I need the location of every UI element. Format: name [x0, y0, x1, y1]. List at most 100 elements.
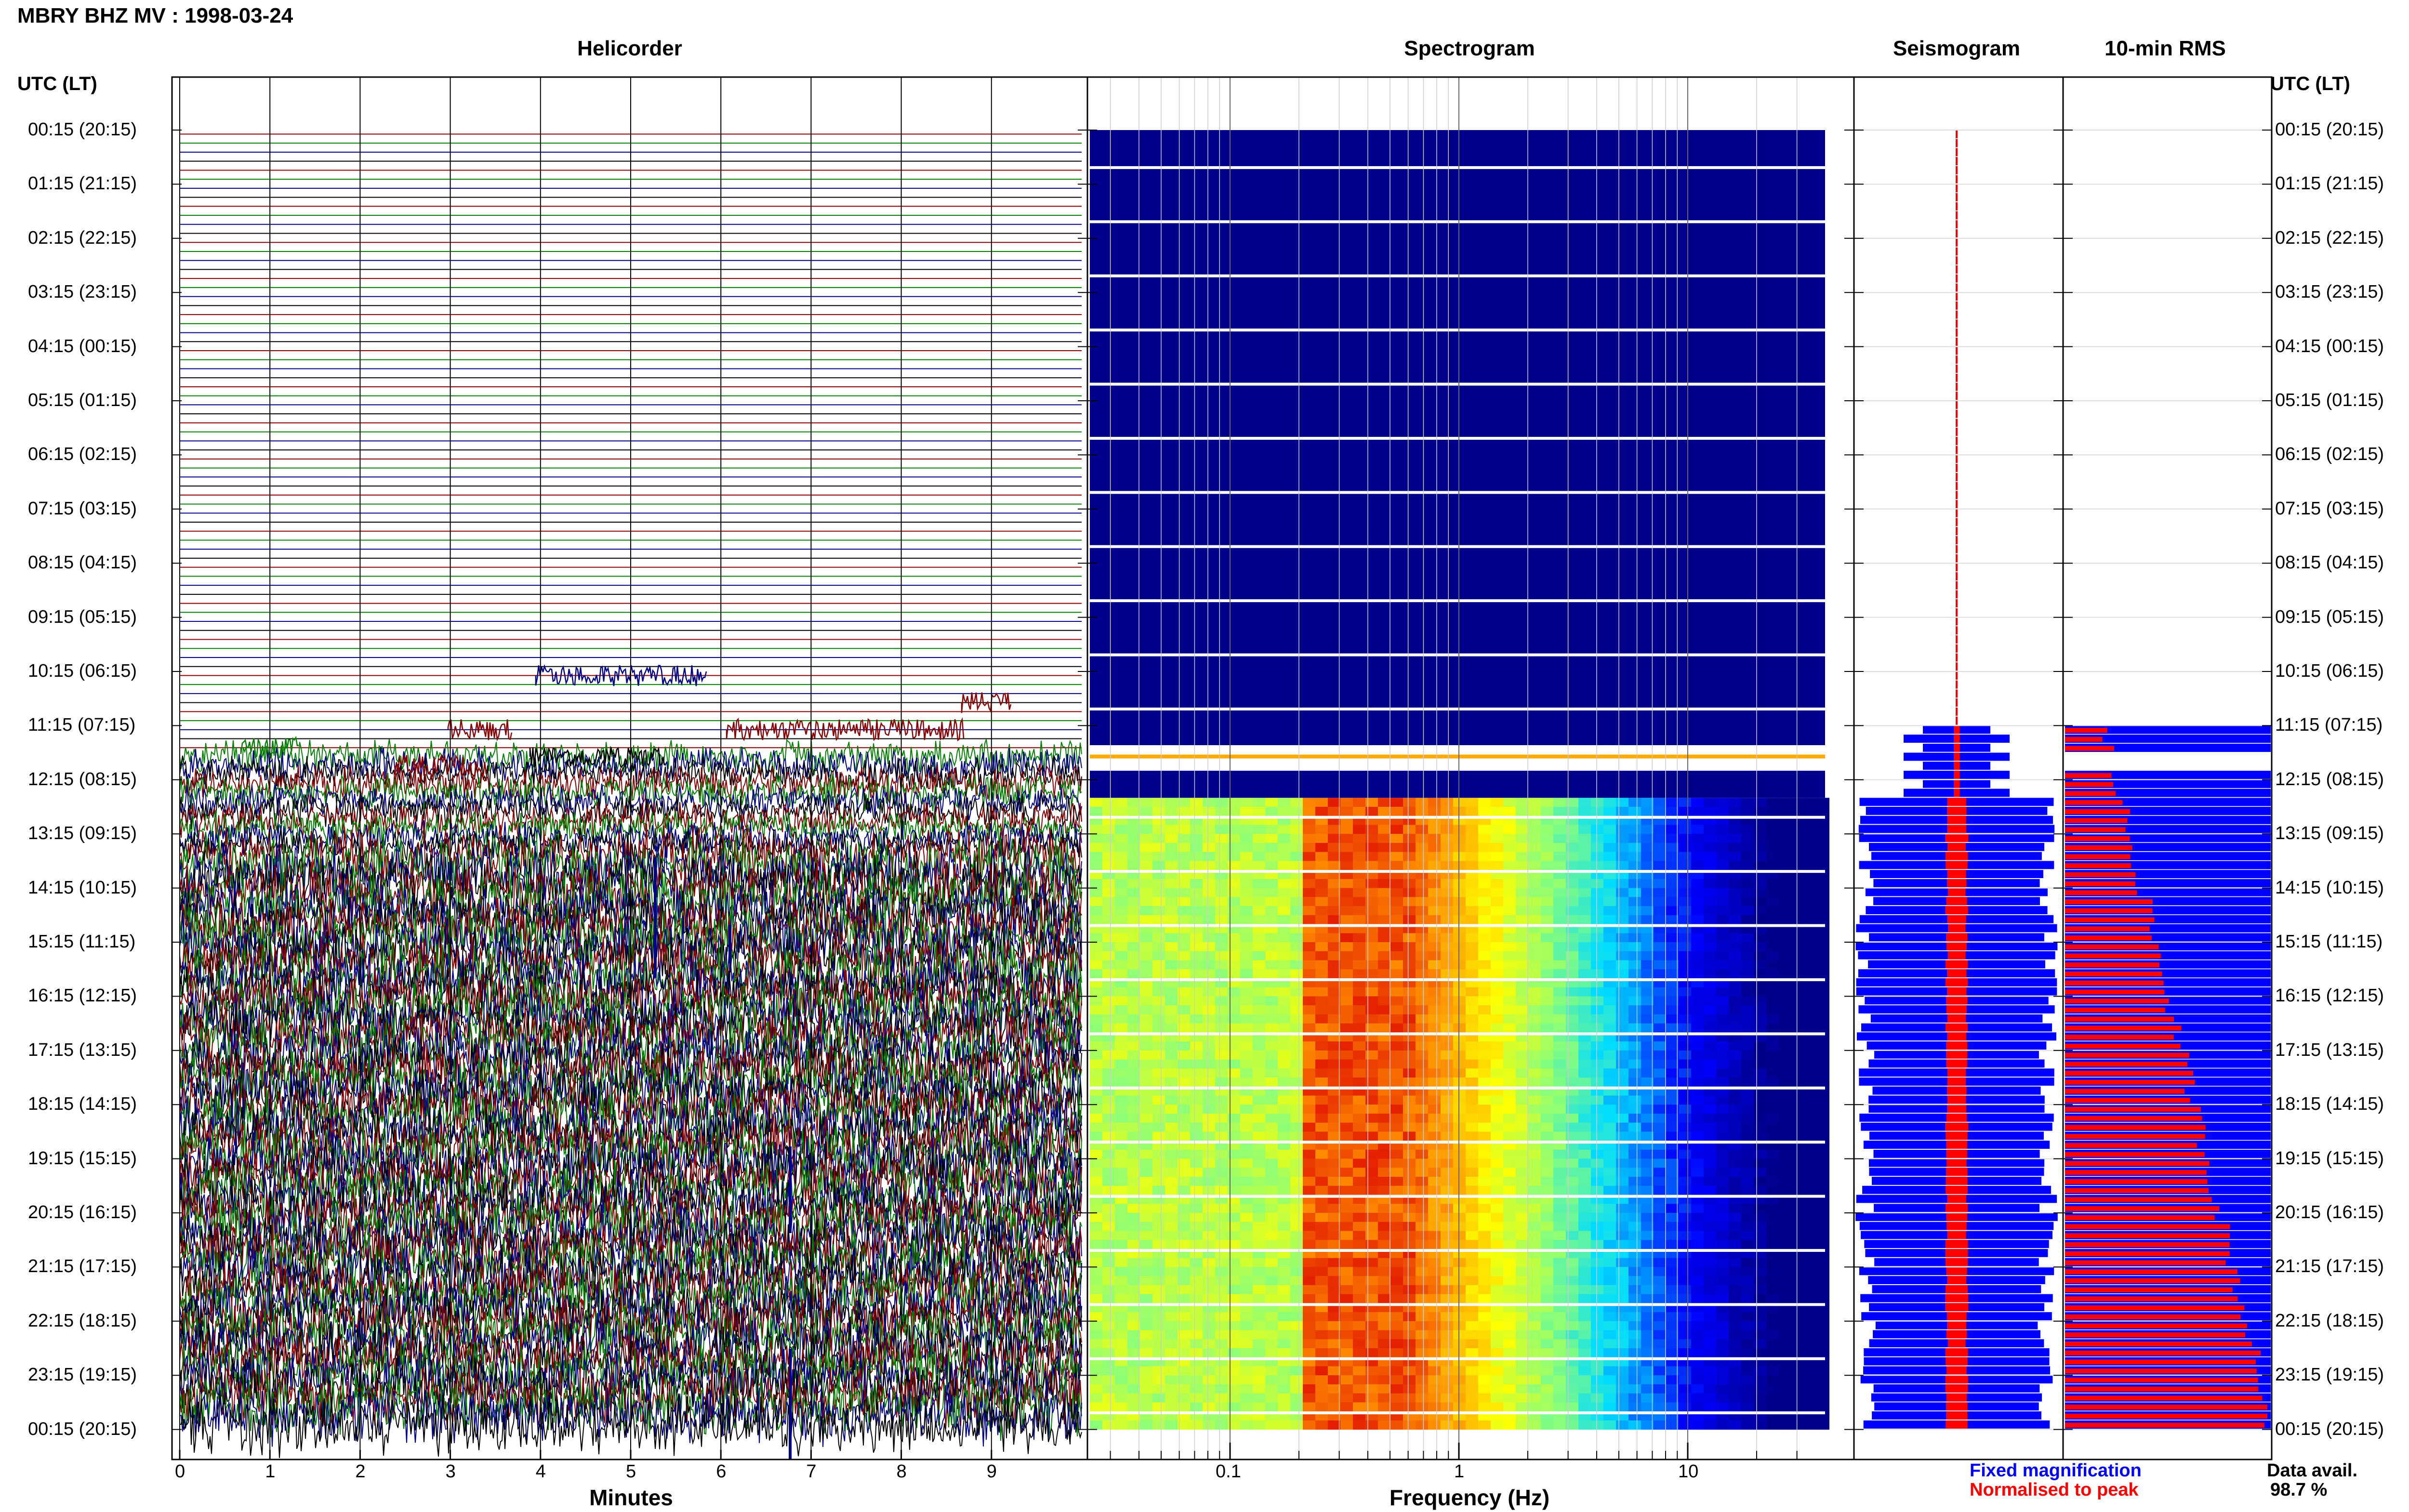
spectrogram-cell [1278, 834, 1291, 843]
spectrogram-cell [1127, 1240, 1140, 1249]
spectrogram-cell [1779, 906, 1792, 916]
spectrogram-cell [1378, 1078, 1391, 1087]
spectrogram-cell [1203, 1366, 1216, 1376]
spectrogram-cell [1115, 1050, 1128, 1060]
spectrogram-cell [1441, 1185, 1454, 1195]
spectrogram-cell [1741, 861, 1754, 870]
spectrogram-cell [1729, 1185, 1742, 1195]
seismogram-normalised-bar [1956, 545, 1958, 553]
spectrogram-cell [1779, 1185, 1792, 1195]
spectrogram-cell [1591, 1339, 1604, 1349]
spectrogram-cell [1528, 1158, 1541, 1168]
spectrogram-cell [1152, 915, 1165, 924]
spectrogram-cell [1478, 1393, 1491, 1403]
spectrogram-cell [1816, 987, 1829, 997]
spectrogram-cell [1315, 1149, 1328, 1159]
spectrogram-cell [1766, 1285, 1779, 1295]
spectrogram-cell [1390, 842, 1403, 853]
spectrogram-cell [1353, 915, 1366, 924]
spectrogram-cell [1290, 888, 1303, 897]
spectrogram-cell [1628, 1321, 1641, 1330]
spectrogram-cell [1704, 969, 1717, 979]
seismogram-normalised-bar [1946, 1330, 1967, 1339]
spectrogram-cell [1603, 1294, 1616, 1303]
spectrogram-cell [1804, 1213, 1817, 1223]
spectrogram-cell [1203, 1384, 1216, 1394]
spectrogram-cell [1654, 1321, 1667, 1330]
spectrogram-cell [1541, 1104, 1554, 1114]
spectrogram-cell [1816, 951, 1829, 960]
spectrogram-cell [1378, 1294, 1391, 1303]
spectrogram-cell [1265, 1348, 1278, 1358]
spectrogram-cell [1265, 1023, 1278, 1033]
spectrogram-cell [1754, 1050, 1767, 1060]
spectrogram-cell [1553, 1149, 1566, 1159]
spectrogram-cell [1315, 1339, 1328, 1349]
spectrogram-cell [1628, 960, 1641, 970]
spectrogram-cell [1791, 1068, 1804, 1078]
spectrogram-cell [1591, 1375, 1604, 1385]
spectrogram-cell [1516, 987, 1529, 997]
spectrogram-cell [1616, 1023, 1629, 1033]
spectrogram-cell [1453, 1240, 1466, 1249]
spectrogram-cell [1741, 960, 1754, 970]
spectrogram-cell [1591, 1312, 1604, 1322]
spectrogram-cell [1090, 1294, 1103, 1303]
spectrogram-cell [1215, 1348, 1228, 1358]
spectrogram-cell [1090, 1041, 1103, 1051]
spectrogram-gap [1090, 771, 1825, 798]
spectrogram-cell [1603, 1375, 1616, 1385]
spectrogram-cell [1478, 1023, 1491, 1033]
spectrogram-cell [1791, 1231, 1804, 1240]
spectrogram-cell [1365, 1158, 1378, 1168]
spectrogram-cell [1741, 1050, 1754, 1060]
spectrogram-cell [1716, 1131, 1729, 1141]
spectrogram-cell [1428, 1222, 1441, 1231]
spectrogram-cell [1441, 1339, 1454, 1349]
spectrogram-cell [1766, 933, 1779, 943]
spectrogram-cell [1741, 942, 1754, 952]
spectrogram-cell [1428, 1059, 1441, 1069]
spectrogram-cell [1528, 960, 1541, 970]
spectrogram-cell [1716, 1240, 1729, 1249]
spectrogram-cell [1691, 906, 1704, 916]
spectrogram-cell [1378, 1384, 1391, 1394]
spectrogram-cell [1578, 1005, 1591, 1015]
spectrogram-cell [1478, 1068, 1491, 1078]
spectrogram-cell [1766, 1267, 1779, 1276]
spectrogram-cell [1816, 1321, 1829, 1330]
spectrogram-cell [1428, 1213, 1441, 1223]
spectrogram-cell [1441, 1276, 1454, 1286]
spectrogram-cell [1127, 1168, 1140, 1177]
spectrogram-cell [1115, 1339, 1128, 1349]
spectrogram-cell [1215, 1122, 1228, 1132]
seismogram-normalised-bar [1946, 1141, 1967, 1149]
spectrogram-cell [1478, 1041, 1491, 1051]
spectrogram-cell [1240, 1185, 1253, 1195]
seismogram-normalised-bar [1945, 1204, 1968, 1212]
spectrogram-cell [1791, 1059, 1804, 1069]
spectrogram-cell [1165, 1014, 1178, 1024]
spectrogram-cell [1679, 1330, 1692, 1340]
seismogram-normalised-bar [1946, 861, 1968, 869]
spectrogram-cell [1603, 1285, 1616, 1295]
spectrogram-cell [1115, 1204, 1128, 1213]
spectrogram-cell [1265, 987, 1278, 997]
spectrogram-cell [1766, 861, 1779, 870]
spectrogram-cell [1115, 1375, 1128, 1385]
spectrogram-cell [1365, 1321, 1378, 1330]
spectrogram-cell [1203, 1023, 1216, 1033]
spectrogram-cell [1365, 942, 1378, 952]
spectrogram-cell [1215, 1240, 1228, 1249]
spectrogram-cell [1152, 1348, 1165, 1358]
spectrogram-cell [1578, 1078, 1591, 1087]
spectrogram-cell [1152, 1312, 1165, 1322]
spectrogram-cell [1478, 1384, 1491, 1394]
spectrogram-cell [1603, 1185, 1616, 1195]
spectrogram-cell [1140, 1185, 1153, 1195]
spectrogram-cell [1516, 906, 1529, 916]
spectrogram-cell [1804, 1420, 1817, 1430]
spectrogram-cell [1165, 1258, 1178, 1267]
spectrogram-cell [1603, 834, 1616, 843]
spectrogram-cell [1428, 1023, 1441, 1033]
